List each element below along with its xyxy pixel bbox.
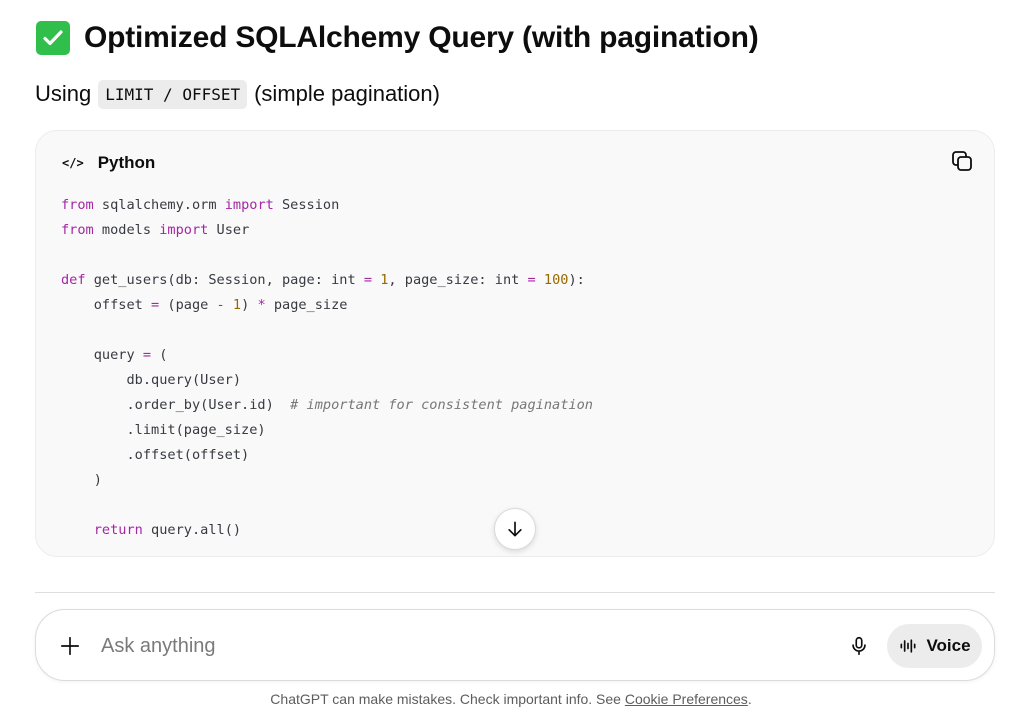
code-line: from sqlalchemy.orm import Session	[61, 197, 340, 213]
copy-code-button[interactable]	[950, 149, 974, 173]
voice-mode-button[interactable]: Voice	[887, 624, 982, 668]
subheading: Using LIMIT / OFFSET (simple pagination)	[35, 78, 440, 110]
code-line: return query.all()	[93, 522, 242, 538]
dictate-button[interactable]	[845, 632, 873, 660]
disclaimer-end: .	[747, 691, 752, 707]
subheading-lead: Using	[35, 81, 92, 106]
heading-text: Optimized SQLAlchemy Query (with paginat…	[84, 21, 759, 54]
code-line: .offset(offset)	[61, 447, 250, 463]
code-line: .limit(page_size)	[61, 422, 266, 438]
code-language: Python	[97, 153, 156, 172]
disclaimer: ChatGPT can make mistakes. Check importa…	[0, 691, 1022, 707]
plus-icon	[60, 636, 80, 656]
divider	[35, 592, 995, 593]
section-heading: Optimized SQLAlchemy Query (with paginat…	[36, 18, 759, 58]
add-attachment-button[interactable]	[56, 632, 84, 660]
voice-label: Voice	[926, 636, 971, 655]
code-line: from models import User	[61, 222, 250, 238]
code-icon: </>	[62, 156, 84, 170]
arrow-down-icon	[508, 521, 522, 537]
scroll-down-button[interactable]	[494, 508, 536, 550]
code-line: def get_users(db: Session, page: int = 1…	[61, 272, 585, 288]
code-block: </> Python from sqlalchemy.orm import Se…	[35, 130, 995, 557]
microphone-icon	[852, 636, 866, 656]
composer: Voice	[35, 609, 995, 681]
check-mark-icon	[36, 21, 70, 55]
code-line: db.query(User)	[61, 372, 242, 388]
code-line: query = (	[61, 347, 168, 363]
subheading-tail: (simple pagination)	[254, 81, 440, 106]
copy-icon	[952, 151, 972, 171]
inline-code: LIMIT / OFFSET	[98, 79, 248, 109]
prompt-input[interactable]	[101, 630, 821, 662]
disclaimer-text: ChatGPT can make mistakes. Check importa…	[270, 691, 625, 707]
cookie-preferences-link[interactable]: Cookie Preferences	[625, 691, 748, 707]
code-line: )	[61, 472, 102, 488]
code-content: from sqlalchemy.orm import Session from …	[61, 193, 593, 543]
waveform-icon	[900, 639, 916, 653]
code-line: .order_by(User.id) # important for consi…	[61, 397, 593, 413]
code-header: </> Python	[62, 151, 155, 175]
code-line: offset = (page - 1) * page_size	[61, 297, 348, 313]
